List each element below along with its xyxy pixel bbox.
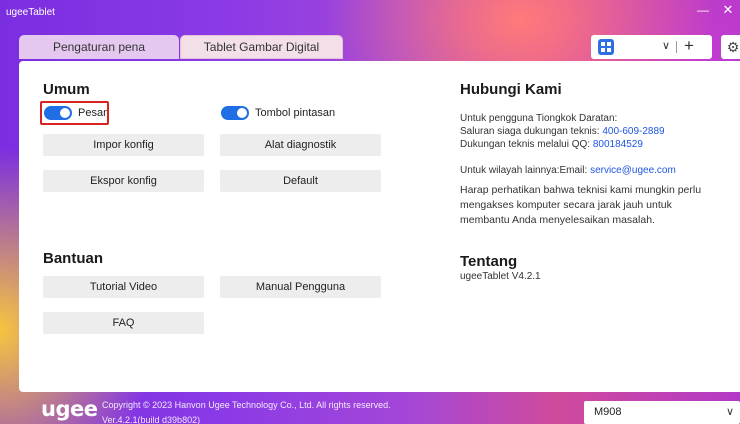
note-line: Harap perhatikan bahwa teknisi kami mung… [460, 184, 702, 196]
qq-label: Dukungan teknis melalui QQ: [460, 139, 593, 150]
chevron-down-icon[interactable]: ∨ [662, 39, 670, 52]
user-manual-button[interactable]: Manual Pengguna [220, 276, 381, 298]
close-icon[interactable]: ✕ [720, 2, 736, 20]
import-config-button[interactable]: Impor konfig [43, 134, 204, 156]
contact-email-line: Untuk wilayah lainnya:Email: service@uge… [460, 164, 676, 177]
tab-digital-tablet[interactable]: Tablet Gambar Digital [180, 35, 343, 59]
note-line: mengakses komputer secara jarak jauh unt… [460, 199, 672, 211]
model-select[interactable]: M908 ∨ [584, 401, 740, 424]
ugee-logo: ugee [41, 397, 98, 421]
app-window: ugeeTablet — ✕ Pengaturan pena Tablet Ga… [0, 0, 740, 424]
about-heading: Tentang [460, 253, 518, 270]
hotline-link[interactable]: 400-609-2889 [602, 126, 664, 137]
minimize-icon[interactable]: — [696, 3, 710, 19]
contact-line: Dukungan teknis melalui QQ: 800184529 [460, 138, 665, 151]
copyright-text: Copyright © 2023 Hanvon Ugee Technology … [102, 400, 391, 410]
highlight-box [40, 101, 109, 125]
tab-pen-settings[interactable]: Pengaturan pena [19, 35, 179, 59]
contact-info: Untuk pengguna Tiongkok Daratan: Saluran… [460, 112, 665, 151]
version-text: ugeeTablet V4.2.1 [460, 271, 541, 282]
shortcut-toggle[interactable]: Tombol pintasan [221, 105, 335, 121]
gear-icon[interactable]: ⚙ [721, 35, 740, 59]
shortcut-toggle-label: Tombol pintasan [255, 107, 336, 119]
device-selector[interactable]: ∨ + [591, 35, 712, 59]
email-link[interactable]: service@ugee.com [590, 165, 676, 176]
diagnostic-tool-button[interactable]: Alat diagnostik [220, 134, 381, 156]
toggle-switch[interactable] [221, 106, 249, 120]
contact-heading: Hubungi Kami [460, 81, 562, 98]
export-config-button[interactable]: Ekspor konfig [43, 170, 204, 192]
contact-line: Untuk pengguna Tiongkok Daratan: [460, 113, 618, 124]
divider [676, 41, 677, 53]
remote-support-note: Harap perhatikan bahwa teknisi kami mung… [460, 183, 701, 228]
contact-line: Saluran siaga dukungan teknis: 400-609-2… [460, 125, 665, 138]
hotline-label: Saluran siaga dukungan teknis: [460, 126, 603, 137]
chevron-down-icon[interactable]: ∨ [726, 405, 734, 418]
general-heading: Umum [43, 81, 90, 98]
grid-icon[interactable] [598, 39, 614, 55]
qq-link[interactable]: 800184529 [593, 139, 643, 150]
add-device-button[interactable]: + [684, 36, 694, 56]
build-version-text: Ver.4.2.1(build d39b802) [102, 415, 201, 424]
faq-button[interactable]: FAQ [43, 312, 204, 334]
model-value: M908 [594, 406, 622, 418]
note-line: membantu Anda menyelesaikan masalah. [460, 214, 655, 226]
title-bar: ugeeTablet — ✕ [0, 0, 740, 26]
app-title: ugeeTablet [6, 7, 55, 18]
help-heading: Bantuan [43, 250, 103, 267]
tutorial-video-button[interactable]: Tutorial Video [43, 276, 204, 298]
email-label: Untuk wilayah lainnya:Email: [460, 165, 591, 176]
default-button[interactable]: Default [220, 170, 381, 192]
